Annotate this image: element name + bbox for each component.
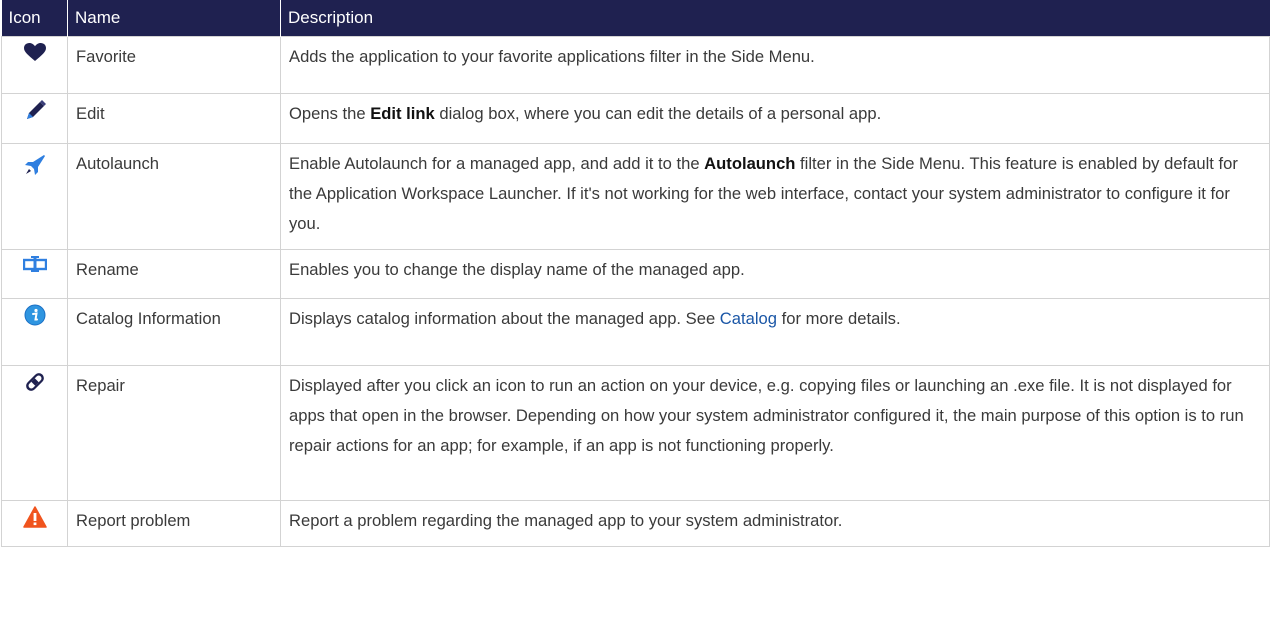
warning-icon <box>22 506 47 528</box>
column-header-name: Name <box>67 0 281 37</box>
ui-term: Edit link <box>370 104 435 123</box>
row-name: Favorite <box>67 36 281 94</box>
row-description: Opens the Edit link dialog box, where yo… <box>280 93 1270 144</box>
table-row: Favorite Adds the application to your fa… <box>1 36 1270 94</box>
row-name: Edit <box>67 93 281 144</box>
icon-cell <box>1 365 68 501</box>
row-name: Autolaunch <box>67 143 281 250</box>
row-description: Enable Autolaunch for a managed app, and… <box>280 143 1270 250</box>
table-row: Edit Opens the Edit link dialog box, whe… <box>1 93 1270 144</box>
desc-text: Opens the <box>289 104 371 123</box>
table-row: Report problem Report a problem regardin… <box>1 500 1270 547</box>
desc-text: dialog box, where you can edit the detai… <box>434 104 882 123</box>
ui-term: Autolaunch <box>704 154 796 173</box>
row-name: Report problem <box>67 500 281 547</box>
info-icon <box>24 304 45 326</box>
heart-icon <box>23 43 46 61</box>
catalog-link[interactable]: Catalog <box>720 309 777 328</box>
row-name: Repair <box>67 365 281 501</box>
icons-table: Icon Name Description Favorite Adds the … <box>1 0 1270 547</box>
column-header-icon: Icon <box>1 0 68 37</box>
bandage-icon <box>25 373 44 391</box>
icon-cell <box>1 298 68 366</box>
desc-text: Displays catalog information about the m… <box>289 309 720 328</box>
table-row: Autolaunch Enable Autolaunch for a manag… <box>1 143 1270 250</box>
row-description: Report a problem regarding the managed a… <box>280 500 1270 547</box>
pencil-icon <box>26 100 46 119</box>
icon-cell <box>1 249 68 299</box>
icon-cell <box>1 36 68 94</box>
table-row: Rename Enables you to change the display… <box>1 249 1270 299</box>
row-description: Displayed after you click an icon to run… <box>280 365 1270 501</box>
table-header-row: Icon Name Description <box>1 0 1270 37</box>
rename-icon <box>22 256 47 272</box>
desc-text: for more details. <box>777 309 901 328</box>
rocket-icon <box>24 155 45 175</box>
row-description: Adds the application to your favorite ap… <box>280 36 1270 94</box>
icon-cell <box>1 500 68 547</box>
table-row: Repair Displayed after you click an icon… <box>1 365 1270 501</box>
table-row: Catalog Information Displays catalog inf… <box>1 298 1270 366</box>
icon-cell <box>1 143 68 250</box>
row-description: Enables you to change the display name o… <box>280 249 1270 299</box>
row-description: Displays catalog information about the m… <box>280 298 1270 366</box>
column-header-description: Description <box>280 0 1270 37</box>
row-name: Rename <box>67 249 281 299</box>
row-name: Catalog Information <box>67 298 281 366</box>
icon-cell <box>1 93 68 144</box>
desc-text: Enable Autolaunch for a managed app, and… <box>289 154 705 173</box>
